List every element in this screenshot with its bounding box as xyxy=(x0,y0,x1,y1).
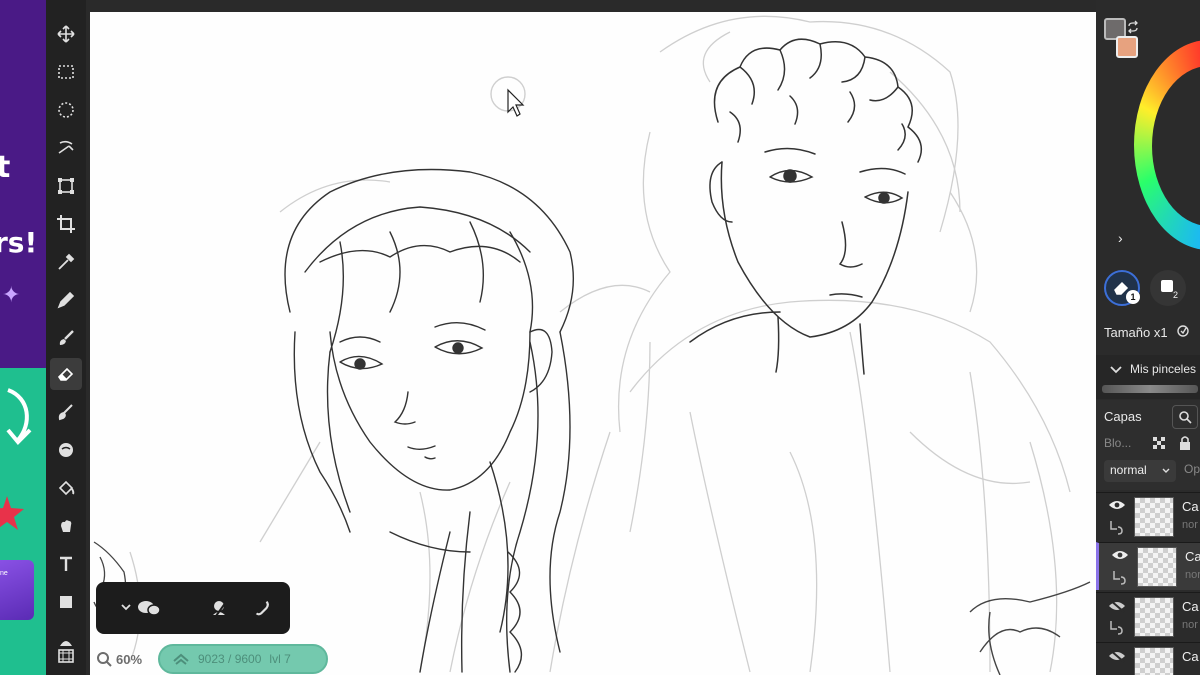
smudge-icon[interactable] xyxy=(50,396,82,428)
brush-slot-1-number: 1 xyxy=(1126,290,1140,304)
crop-icon[interactable] xyxy=(50,208,82,240)
layer-row[interactable]: Ca xyxy=(1096,642,1200,675)
pen-icon[interactable] xyxy=(50,284,82,316)
brush-library-label: Mis pinceles xyxy=(1130,362,1197,376)
layer-name: Ca xyxy=(1185,549,1200,564)
blend-mode-value: normal xyxy=(1110,463,1147,477)
status-bar: 60% 9023 / 9600 lvl 7 xyxy=(96,644,328,674)
chevron-down-icon xyxy=(1110,366,1122,374)
layer-mode: nor xyxy=(1185,569,1200,581)
opacity-label: Op xyxy=(1184,462,1200,476)
layers-title: Capas xyxy=(1104,409,1142,424)
layer-row-selected[interactable]: Ca nor xyxy=(1096,542,1200,590)
eye-off-icon[interactable] xyxy=(1108,599,1126,613)
layer-row[interactable]: Ca nor xyxy=(1096,592,1200,640)
layer-row[interactable]: Ca nor xyxy=(1096,492,1200,540)
curved-arrow-icon xyxy=(6,388,32,445)
eyedropper-icon[interactable] xyxy=(50,246,82,278)
layers-header: Capas Blo... normal Op xyxy=(1096,400,1200,490)
lasso-select-icon[interactable] xyxy=(50,94,82,126)
promo-text-b: rs! xyxy=(0,226,38,259)
promo-text-a: t xyxy=(0,150,11,185)
level-text: lvl 7 xyxy=(269,652,291,666)
pixel-usage-badge[interactable]: 9023 / 9600 lvl 7 xyxy=(158,644,328,674)
blur-icon[interactable] xyxy=(50,434,82,466)
hand-icon[interactable] xyxy=(50,510,82,542)
chevron-down-icon xyxy=(1162,468,1170,473)
eye-icon[interactable] xyxy=(1111,549,1129,561)
magic-wand-icon[interactable] xyxy=(50,132,82,164)
checker-lock-icon[interactable] xyxy=(1152,436,1166,450)
pixel-usage-text: 9023 / 9600 xyxy=(198,652,262,666)
brush-icon[interactable] xyxy=(50,322,82,354)
drawing-canvas[interactable] xyxy=(90,12,1096,675)
fill-bucket-icon[interactable] xyxy=(50,472,82,504)
text-icon[interactable] xyxy=(50,548,82,580)
brush-slot-2[interactable]: 2 xyxy=(1150,270,1186,306)
layer-link-icon[interactable] xyxy=(1108,519,1124,535)
square-brush-icon xyxy=(1161,280,1173,292)
sketch-artwork xyxy=(93,15,1091,675)
eye-icon[interactable] xyxy=(1108,499,1126,511)
app-window: { "promo": { "line_a": "t", "line_b": "r… xyxy=(0,0,1200,675)
eye-off-icon[interactable] xyxy=(1108,649,1126,663)
lock-icon[interactable] xyxy=(1178,435,1192,451)
call-button[interactable] xyxy=(248,594,276,622)
rect-select-icon[interactable] xyxy=(50,56,82,88)
move-tool-icon[interactable] xyxy=(50,18,82,50)
layer-link-icon[interactable] xyxy=(1111,569,1127,585)
search-icon xyxy=(1179,411,1192,424)
blend-mode-select[interactable]: normal xyxy=(1104,460,1176,482)
layer-link-icon[interactable] xyxy=(1108,619,1124,635)
chat-toggle-button[interactable] xyxy=(114,594,166,622)
sparkle-icon: ✦ xyxy=(2,282,21,307)
right-panel: › 1 2 Tamaño x1 Mis pinceles Capas Blo..… xyxy=(1096,0,1200,675)
eraser-icon[interactable] xyxy=(50,358,82,390)
layer-mode: nor xyxy=(1182,619,1198,631)
brush-slot-2-number: 2 xyxy=(1173,290,1179,300)
layer-thumbnail xyxy=(1134,647,1174,675)
layers-stack-icon xyxy=(173,653,189,665)
promo-card: ne xyxy=(0,560,34,620)
brush-slot-1[interactable]: 1 xyxy=(1104,270,1140,306)
layer-name: Ca xyxy=(1182,649,1199,664)
layer-name: Ca xyxy=(1182,499,1199,514)
layer-thumbnail xyxy=(1134,597,1174,637)
layer-thumbnail xyxy=(1137,547,1177,587)
collab-bar xyxy=(96,582,290,634)
mouse-cursor-icon xyxy=(507,88,525,117)
brush-size-label: Tamaño x1 xyxy=(1104,325,1168,340)
shape-icon[interactable] xyxy=(50,586,82,618)
brush-stroke-preview xyxy=(1102,385,1198,393)
filmstrip-icon[interactable] xyxy=(50,640,82,672)
chat-bubbles-icon xyxy=(121,601,161,616)
layer-search-button[interactable] xyxy=(1172,405,1198,429)
brush-library-header[interactable]: Mis pinceles xyxy=(1096,355,1200,399)
transform-icon[interactable] xyxy=(50,170,82,202)
swap-colors-icon[interactable] xyxy=(1126,20,1140,34)
primary-color-swatch[interactable] xyxy=(1116,36,1138,58)
zoom-icon[interactable] xyxy=(96,651,112,667)
settings-icon[interactable] xyxy=(1176,324,1190,338)
promo-banner[interactable]: t rs! ✦ ne xyxy=(0,0,46,675)
zoom-level[interactable]: 60% xyxy=(116,652,142,667)
mic-off-icon xyxy=(213,601,227,617)
tool-bar xyxy=(46,0,86,675)
phone-icon xyxy=(255,600,269,616)
blend-label: Blo... xyxy=(1104,436,1132,450)
layer-name: Ca xyxy=(1182,599,1199,614)
layer-mode: nor xyxy=(1182,519,1198,531)
canvas-area[interactable] xyxy=(86,0,1096,675)
voice-mute-button[interactable] xyxy=(206,594,234,622)
star-icon xyxy=(0,496,24,530)
expand-arrow-icon[interactable]: › xyxy=(1118,230,1123,246)
layer-thumbnail xyxy=(1134,497,1174,537)
